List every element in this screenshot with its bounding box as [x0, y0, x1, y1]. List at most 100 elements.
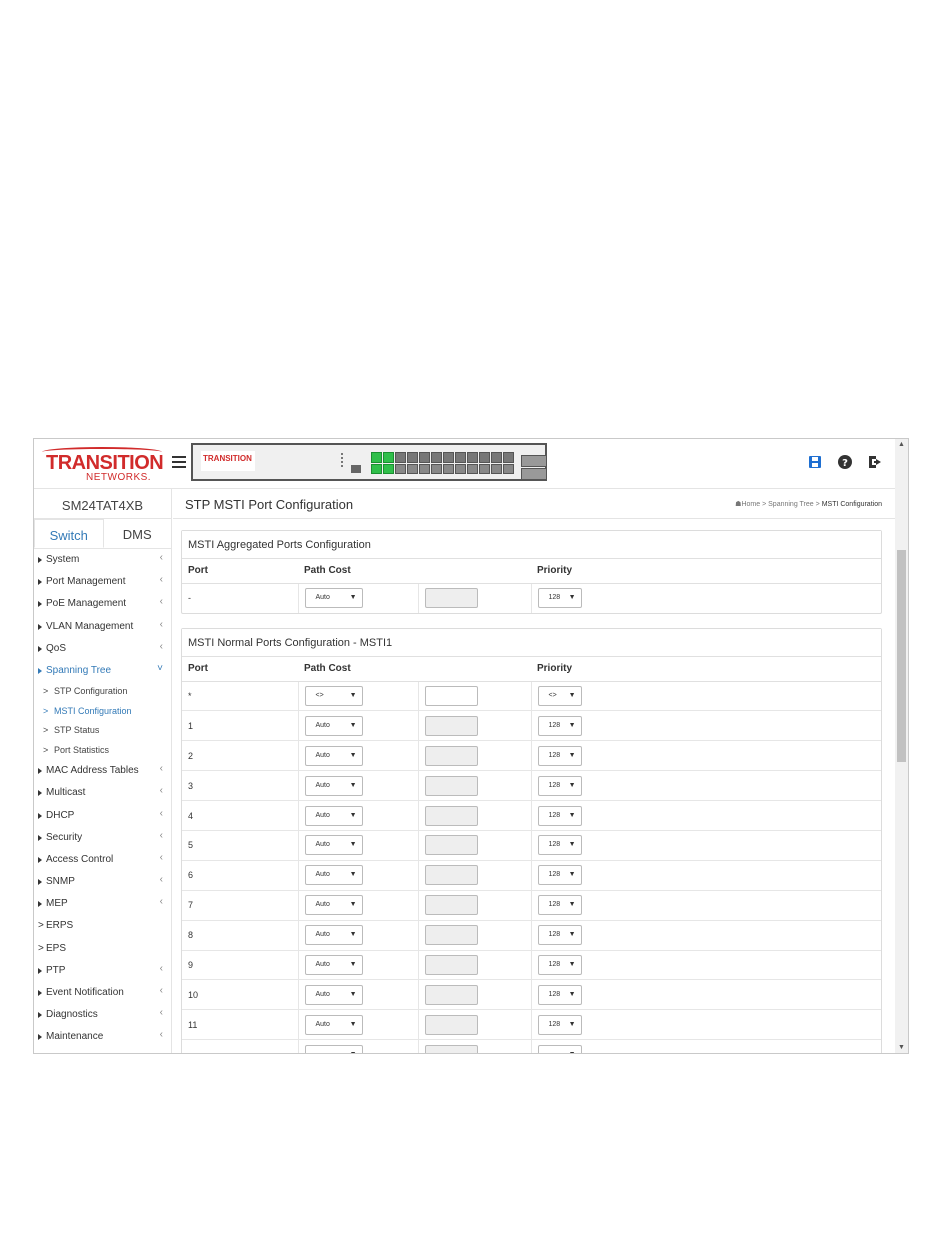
- path-cost-input[interactable]: [424, 895, 478, 916]
- scrollbar-thumb[interactable]: [897, 550, 906, 762]
- submenu-item-stp-configuration[interactable]: > STP Configuration: [34, 682, 171, 702]
- priority-select[interactable]: 128 ▼: [537, 954, 582, 975]
- submenu-item-port-statistics[interactable]: > Port Statistics: [34, 741, 171, 761]
- sidebar-item-access-control[interactable]: Access Control ‹: [34, 849, 171, 871]
- sidebar-item-label: Multicast: [46, 787, 86, 799]
- priority-select[interactable]: 128 ▼: [537, 984, 582, 1005]
- path-cost-select[interactable]: Auto ▼: [304, 895, 363, 916]
- sidebar-item-ptp[interactable]: PTP ‹: [34, 960, 171, 982]
- priority-select[interactable]: <> ▼: [537, 685, 582, 706]
- sidebar-item-port-management[interactable]: Port Management ‹: [34, 571, 171, 593]
- priority-select[interactable]: 128 ▼: [537, 925, 582, 946]
- col-header-priority: Priority: [531, 559, 881, 584]
- sidebar-item-poe-management[interactable]: PoE Management ‹: [34, 593, 171, 615]
- sidebar-item-event-notification[interactable]: Event Notification ‹: [34, 982, 171, 1004]
- path-cost-input[interactable]: [424, 588, 478, 609]
- path-cost-select[interactable]: Auto ▼: [304, 588, 363, 609]
- sidebar-item-snmp[interactable]: SNMP ‹: [34, 871, 171, 893]
- sidebar-item-label: VLAN Management: [46, 620, 134, 632]
- priority-select[interactable]: 128 ▼: [537, 865, 582, 886]
- submenu-item-label: Port Statistics: [54, 744, 110, 755]
- sidebar-item-eps[interactable]: > EPS: [34, 938, 171, 960]
- path-cost-input[interactable]: [424, 685, 478, 706]
- caret-right-icon: [38, 834, 42, 841]
- col-header-path-cost: Path Cost: [298, 657, 531, 682]
- path-cost-input[interactable]: [424, 954, 478, 975]
- path-cost-input[interactable]: [424, 835, 478, 856]
- priority-select[interactable]: 128 ▼: [537, 895, 582, 916]
- sidebar-item-vlan-management[interactable]: VLAN Management ‹: [34, 616, 171, 638]
- submenu-item-msti-configuration[interactable]: > MSTI Configuration: [34, 702, 171, 722]
- priority-value: 128: [548, 841, 561, 849]
- tab-switch[interactable]: Switch: [34, 519, 104, 548]
- path-cost-select[interactable]: Auto ▼: [304, 925, 363, 946]
- path-cost-input[interactable]: [424, 925, 478, 946]
- path-cost-value: Auto: [315, 990, 330, 998]
- path-cost-value: Auto: [315, 901, 330, 909]
- path-cost-value: Auto: [315, 871, 330, 879]
- path-cost-select[interactable]: Auto ▼: [304, 715, 363, 736]
- sidebar-item-diagnostics[interactable]: Diagnostics ‹: [34, 1004, 171, 1026]
- sidebar-item-erps[interactable]: > ERPS: [34, 915, 171, 937]
- path-cost-input[interactable]: [424, 1044, 478, 1053]
- priority-select[interactable]: 128 ▼: [537, 588, 582, 609]
- sidebar-item-mep[interactable]: MEP ‹: [34, 893, 171, 915]
- sidebar-item-multicast[interactable]: Multicast ‹: [34, 782, 171, 804]
- path-cost-select[interactable]: Auto ▼: [304, 835, 363, 856]
- sidebar-item-label: Access Control: [46, 853, 114, 865]
- sidebar-item-qos[interactable]: QoS ‹: [34, 638, 171, 660]
- priority-select[interactable]: 128 ▼: [537, 745, 582, 766]
- priority-select[interactable]: 128 ▼: [537, 775, 582, 796]
- path-cost-input[interactable]: [424, 715, 478, 736]
- sidebar-item-mac-address-tables[interactable]: MAC Address Tables ‹: [34, 760, 171, 782]
- save-icon[interactable]: [806, 453, 824, 471]
- chevron-left-icon: ‹: [159, 896, 163, 908]
- device-logo: TRANSITION: [201, 451, 255, 471]
- chevron-down-icon: ▼: [349, 781, 357, 789]
- priority-select[interactable]: 128 ▼: [537, 835, 582, 856]
- tab-dms[interactable]: DMS: [104, 519, 172, 548]
- path-cost-input[interactable]: [424, 775, 478, 796]
- sidebar-item-dhcp[interactable]: DHCP ‹: [34, 805, 171, 827]
- priority-select[interactable]: 128 ▼: [537, 805, 582, 826]
- path-cost-input[interactable]: [424, 984, 478, 1005]
- path-cost-value: <>: [315, 691, 324, 699]
- submenu-item-stp-status[interactable]: > STP Status: [34, 721, 171, 741]
- logout-icon[interactable]: [866, 453, 884, 471]
- priority-value: 128: [548, 594, 561, 602]
- help-icon[interactable]: ?: [836, 453, 854, 471]
- path-cost-value: Auto: [315, 811, 330, 819]
- path-cost-select[interactable]: Auto ▼: [304, 775, 363, 796]
- path-cost-input[interactable]: [424, 1014, 478, 1035]
- path-cost-input[interactable]: [424, 865, 478, 886]
- footer-link[interactable]: [318, 1236, 524, 1248]
- priority-select[interactable]: 128 ▼: [537, 715, 582, 736]
- path-cost-select[interactable]: Auto ▼: [304, 984, 363, 1005]
- caret-right-icon: [38, 812, 42, 819]
- scroll-up-icon[interactable]: ▲: [898, 441, 905, 448]
- path-cost-select[interactable]: Auto ▼: [304, 745, 363, 766]
- menu-toggle-icon[interactable]: [172, 456, 186, 470]
- sidebar-item-security[interactable]: Security ‹: [34, 827, 171, 849]
- path-cost-select[interactable]: Auto ▼: [304, 1014, 363, 1035]
- sidebar-item-system[interactable]: System ‹: [34, 549, 171, 571]
- path-cost-select[interactable]: ▼: [304, 1044, 363, 1053]
- scrollbar[interactable]: ▲ ▼: [895, 439, 908, 1053]
- chevron-down-icon: ▼: [568, 594, 576, 602]
- path-cost-select[interactable]: Auto ▼: [304, 865, 363, 886]
- device-model: SM24TAT4XB: [34, 489, 171, 519]
- breadcrumb-parent[interactable]: Spanning Tree: [768, 501, 814, 508]
- path-cost-input[interactable]: [424, 805, 478, 826]
- sidebar-item-maintenance[interactable]: Maintenance ‹: [34, 1026, 171, 1048]
- sidebar-item-spanning-tree[interactable]: Spanning Tree ˅: [34, 660, 171, 682]
- path-cost-select[interactable]: Auto ▼: [304, 954, 363, 975]
- breadcrumb-home[interactable]: Home: [741, 501, 760, 508]
- path-cost-select[interactable]: <> ▼: [304, 685, 363, 706]
- path-cost-input[interactable]: [424, 745, 478, 766]
- scroll-down-icon[interactable]: ▼: [898, 1044, 905, 1051]
- priority-select[interactable]: 128 ▼: [537, 1014, 582, 1035]
- priority-select[interactable]: ▼: [537, 1044, 582, 1053]
- chevron-down-icon: ▼: [568, 841, 576, 849]
- path-cost-select[interactable]: Auto ▼: [304, 805, 363, 826]
- chevron-down-icon: ▼: [568, 960, 576, 968]
